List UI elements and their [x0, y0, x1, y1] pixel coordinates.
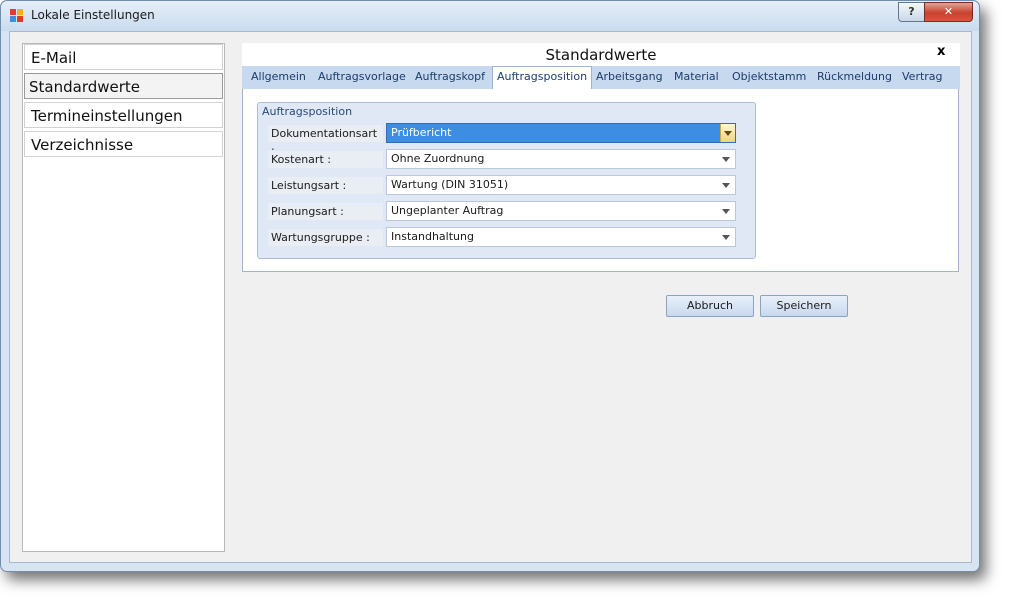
title-bar: Lokale Einstellungen ? ✕ [1, 1, 979, 31]
sidebar-item-standardwerte[interactable]: Standardwerte [24, 73, 223, 99]
tab-page-auftragsposition: Auftragsposition Dokumentationsart : Prü… [242, 89, 959, 272]
chevron-down-icon [722, 183, 730, 188]
field-label-dokumentationsart: Dokumentationsart : [268, 125, 383, 157]
cancel-button[interactable]: Abbruch [666, 295, 754, 317]
field-label-wartungsgruppe: Wartungsgruppe : [268, 229, 383, 246]
group-title: Auftragsposition [262, 105, 353, 118]
tab-arbeitsgang[interactable]: Arbeitsgang [596, 70, 663, 83]
tab-strip: Allgemein Auftragsvorlage Auftragskopf A… [242, 66, 960, 89]
dokumentationsart-select[interactable]: Prüfbericht [386, 123, 736, 143]
tab-vertrag[interactable]: Vertrag [902, 70, 943, 83]
panel-header: Standardwerte x [242, 43, 960, 66]
field-label-leistungsart: Leistungsart : [268, 177, 383, 194]
sidebar-item-email[interactable]: E-Mail [24, 44, 223, 70]
dokumentationsart-value: Prüfbericht [391, 126, 452, 139]
tab-rueckmeldung[interactable]: Rückmeldung [817, 70, 892, 83]
field-label-planungsart: Planungsart : [268, 203, 383, 220]
planungsart-select[interactable]: Ungeplanter Auftrag [386, 201, 736, 221]
sidebar-item-termineinstellungen[interactable]: Termineinstellungen [24, 102, 223, 128]
kostenart-select[interactable]: Ohne Zuordnung [386, 149, 736, 169]
dropdown-button[interactable] [720, 124, 735, 142]
save-button[interactable]: Speichern [760, 295, 848, 317]
wartungsgruppe-select[interactable]: Instandhaltung [386, 227, 736, 247]
close-window-button[interactable]: ✕ [924, 2, 973, 22]
window-title: Lokale Einstellungen [31, 8, 155, 22]
tab-auftragsposition[interactable]: Auftragsposition [492, 66, 593, 89]
help-button[interactable]: ? [898, 2, 925, 22]
chevron-down-icon [722, 235, 730, 240]
panel-close-button[interactable]: x [937, 44, 945, 59]
panel-title: Standardwerte [545, 46, 657, 64]
sidebar-item-verzeichnisse[interactable]: Verzeichnisse [24, 131, 223, 157]
chevron-down-icon [722, 157, 730, 162]
chevron-down-icon [724, 131, 732, 136]
tab-auftragsvorlage[interactable]: Auftragsvorlage [318, 70, 406, 83]
settings-sidebar: E-Mail Standardwerte Termineinstellungen… [22, 43, 225, 552]
field-label-kostenart: Kostenart : [268, 151, 383, 168]
wartungsgruppe-value: Instandhaltung [391, 230, 474, 243]
client-area: E-Mail Standardwerte Termineinstellungen… [9, 31, 972, 563]
auftragsposition-group: Auftragsposition Dokumentationsart : Prü… [257, 102, 756, 259]
kostenart-value: Ohne Zuordnung [391, 152, 485, 165]
planungsart-value: Ungeplanter Auftrag [391, 204, 504, 217]
leistungsart-select[interactable]: Wartung (DIN 31051) [386, 175, 736, 195]
settings-window: Lokale Einstellungen ? ✕ E-Mail Standard… [0, 0, 980, 572]
standardwerte-panel: Standardwerte x Allgemein Auftragsvorlag… [242, 43, 960, 556]
leistungsart-value: Wartung (DIN 31051) [391, 178, 509, 191]
app-icon [10, 9, 24, 23]
tab-objektstamm[interactable]: Objektstamm [732, 70, 806, 83]
tab-auftragskopf[interactable]: Auftragskopf [415, 70, 485, 83]
chevron-down-icon [722, 209, 730, 214]
tab-material[interactable]: Material [674, 70, 719, 83]
tab-allgemein[interactable]: Allgemein [251, 70, 306, 83]
